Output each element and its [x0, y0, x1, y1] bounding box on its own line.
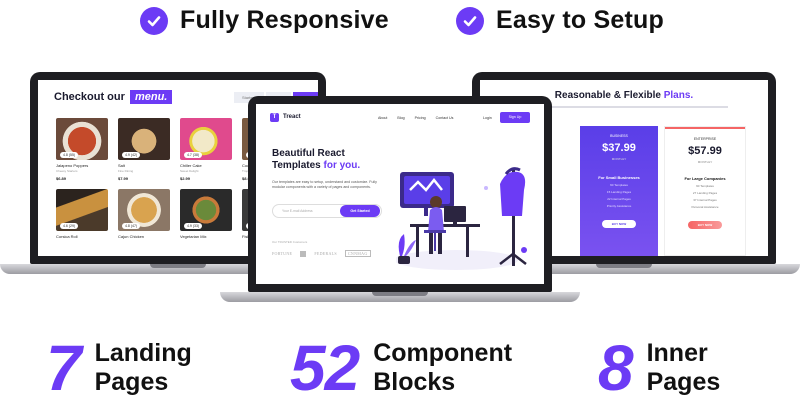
client-logo-federals: FEDERALS — [314, 251, 337, 256]
feature-label: Easy to Setup — [496, 6, 664, 34]
plan-feature: Priority Assistance — [606, 204, 632, 208]
menu-item[interactable]: 4.7 (38) Chiller Cake Sweet Delight $2.9… — [180, 118, 232, 181]
pricing-subtitle-placeholder — [540, 106, 728, 108]
dish-name: Salt — [118, 163, 125, 168]
plan-card-enterprise: ENTERPRISE $57.99 MONTHLY For Large Comp… — [664, 126, 746, 256]
stat-number: 52 — [290, 332, 360, 404]
client-logo-fortune: FORTUNE — [272, 251, 293, 256]
dish-rating: 4.7 (38) — [184, 152, 203, 158]
stat-inner-pages: 8 Inner Pages — [598, 336, 720, 400]
check-circle-icon — [456, 6, 484, 35]
signup-button[interactable]: Sign Up — [500, 112, 530, 123]
treact-navbar: T Treact About Blog Pricing Contact Us L… — [256, 104, 544, 130]
plan-audience: For Large Companies — [684, 176, 726, 181]
email-input-placeholder: Your E-mail Address — [282, 209, 313, 213]
menu-item[interactable]: 4.8 (55) Jalapeno Poppers Cheesy Starter… — [56, 118, 108, 181]
buy-now-button[interactable]: BUY NOW — [602, 220, 636, 228]
dish-rating: 4.8 (55) — [60, 152, 79, 158]
plan-feature: 27 Landing Pages — [692, 191, 718, 195]
menu-item[interactable]: 4.9 (42) Salt Fine Dining $7.99 — [118, 118, 170, 181]
get-started-button[interactable]: Get Started — [340, 205, 380, 217]
stat-label: Inner Pages — [646, 339, 721, 396]
nav-link-pricing[interactable]: Pricing — [415, 116, 426, 120]
plan-feature: 37 Internal Pages — [693, 198, 717, 202]
pricing-title-accent: Plans. — [663, 90, 694, 101]
nav-links: About Blog Pricing Contact Us — [378, 116, 453, 120]
dish-price: $6.89 — [56, 176, 67, 181]
hero-illustration — [396, 167, 527, 270]
stat-label: Landing Pages — [94, 339, 192, 396]
dish-name: Jalapeno Poppers — [56, 163, 89, 168]
dish-category: Sweet Delight — [180, 169, 199, 173]
dish-image: 4.6 (29) — [56, 189, 108, 231]
stat-label: Component Blocks — [373, 339, 513, 396]
laptop-notch — [150, 264, 206, 268]
dish-rating: 4.9 (42) — [122, 152, 141, 158]
client-logo-cnnmag: CNNMAG — [344, 250, 371, 257]
treact-screen: T Treact About Blog Pricing Contact Us L… — [256, 104, 544, 284]
dish-name: Cajun Chicken — [118, 234, 145, 239]
plan-feature: 15 Landing Pages — [606, 190, 632, 194]
stat-number: 8 — [598, 332, 634, 404]
menu-item[interactable]: 4.6 (29) Corsica Roll — [56, 189, 108, 239]
dish-rating: 4.8 (47) — [122, 223, 141, 229]
menu-item[interactable]: 4.8 (47) Cajun Chicken — [118, 189, 170, 239]
plan-feature: Personal Assistance — [691, 205, 719, 209]
treact-logo-icon[interactable]: T — [270, 113, 279, 122]
dish-image: 4.9 (33) — [180, 189, 232, 231]
nav-link-blog[interactable]: Blog — [397, 116, 404, 120]
dish-image: 4.8 (55) — [56, 118, 108, 160]
dish-price: $2.99 — [180, 176, 191, 181]
menu-item[interactable]: 4.9 (33) Vegetarian Mix — [180, 189, 232, 239]
dish-name: Vegetarian Mix — [180, 234, 207, 239]
plan-price: $37.99 — [602, 142, 636, 154]
clients-label: Our TRUSTED Customers — [272, 240, 308, 244]
nav-link-contact[interactable]: Contact Us — [436, 116, 454, 120]
login-link[interactable]: Login — [483, 116, 492, 120]
stat-landing-pages: 7 Landing Pages — [46, 336, 192, 400]
buy-now-button[interactable]: BUY NOW — [688, 221, 722, 229]
plan-period: MONTHLY — [697, 160, 713, 164]
plan-feature: 22 Internal Pages — [607, 197, 631, 201]
feature-label: Fully Responsive — [180, 6, 389, 34]
menu-title-highlight: menu. — [129, 90, 173, 104]
laptop-notch — [372, 292, 428, 296]
dish-price: $7.99 — [118, 176, 129, 181]
laptop-notch — [596, 264, 652, 268]
dish-rating: 4.9 (33) — [184, 223, 203, 229]
plan-period: MONTHLY — [611, 157, 627, 161]
dish-image: 4.7 (38) — [180, 118, 232, 160]
treact-logo-text[interactable]: Treact — [283, 114, 301, 120]
plan-name: BUSINESS — [610, 134, 628, 138]
dish-category: Cheesy Starters — [56, 169, 78, 173]
check-circle-icon — [140, 6, 168, 35]
plan-accent-bar — [665, 127, 745, 129]
dish-name: Chiller Cake — [180, 163, 202, 168]
plan-feature: 90 Templates — [696, 184, 714, 188]
feature-fully-responsive: Fully Responsive — [140, 6, 389, 35]
nav-link-about[interactable]: About — [378, 116, 387, 120]
hero-title-accent: for you. — [323, 160, 361, 171]
stat-number: 7 — [46, 332, 82, 404]
plan-audience: For Small Businesses — [598, 175, 640, 180]
dish-category: Fine Dining — [118, 169, 134, 173]
plan-name: ENTERPRISE — [693, 137, 717, 141]
client-logos: FORTUNE FEDERALS CNNMAG — [272, 250, 371, 257]
plan-feature: 60 Templates — [610, 183, 628, 187]
dish-image: 4.8 (47) — [118, 189, 170, 231]
stat-component-blocks: 52 Component Blocks — [290, 336, 512, 400]
feature-easy-setup: Easy to Setup — [456, 6, 664, 35]
dish-rating: 4.6 (29) — [60, 223, 79, 229]
menu-title: Checkout our menu. — [54, 90, 173, 104]
hero-description: Our templates are easy to setup, underst… — [272, 180, 377, 189]
dish-image: 4.9 (42) — [118, 118, 170, 160]
dish-name: Corsica Roll — [56, 234, 78, 239]
client-logo-mark — [300, 250, 307, 257]
hero-title: Beautiful React Templates for you. — [272, 148, 361, 171]
plan-card-business: BUSINESS $37.99 MONTHLY For Small Busine… — [580, 126, 658, 256]
plan-price: $57.99 — [688, 145, 722, 157]
